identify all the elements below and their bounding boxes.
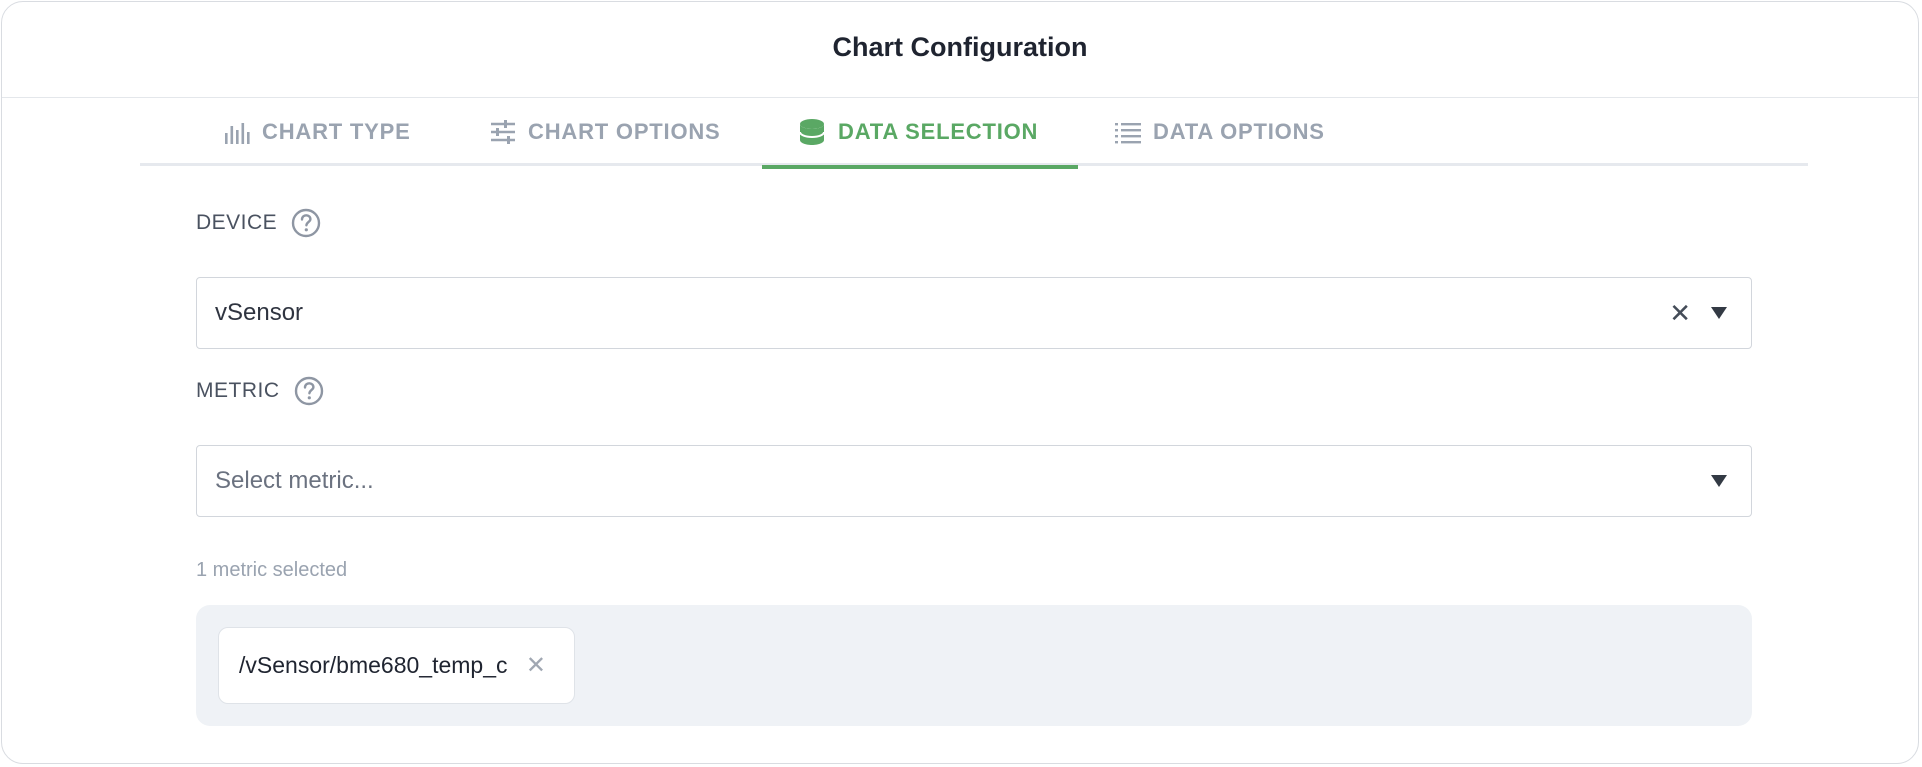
dialog-header: Chart Configuration (2, 2, 1918, 98)
tab-chart-options[interactable]: CHART OPTIONS (490, 98, 721, 166)
tab-chart-type[interactable]: CHART TYPE (224, 98, 411, 166)
tab-bar: CHART TYPE CHART OPTIONS DATA SELECTION … (140, 98, 1808, 169)
help-icon[interactable] (294, 376, 324, 406)
tab-label: DATA OPTIONS (1153, 119, 1325, 144)
metric-chip-label: /vSensor/bme680_temp_c (239, 652, 508, 678)
tab-data-selection[interactable]: DATA SELECTION (762, 98, 1078, 169)
database-icon (798, 118, 826, 146)
device-label: DEVICE (196, 208, 321, 238)
tab-data-options[interactable]: DATA OPTIONS (1115, 98, 1325, 166)
tab-label: DATA SELECTION (838, 119, 1039, 144)
help-icon[interactable] (291, 208, 321, 238)
device-select-value: vSensor (215, 299, 304, 326)
device-label-text: DEVICE (196, 211, 278, 234)
clear-icon[interactable]: ✕ (1669, 298, 1691, 329)
chart-configuration-dialog: Chart Configuration CHART TYPE CHART OPT… (1, 1, 1919, 764)
list-icon (1115, 120, 1141, 144)
remove-icon[interactable]: ✕ (526, 651, 546, 680)
metric-select[interactable]: Select metric... (196, 445, 1752, 517)
tab-label: CHART OPTIONS (528, 119, 721, 144)
dialog-title: Chart Configuration (832, 31, 1088, 62)
metric-label-text: METRIC (196, 379, 280, 402)
metric-label: METRIC (196, 376, 324, 406)
sliders-icon (490, 120, 516, 144)
bar-chart-icon (224, 120, 250, 144)
metric-chip: /vSensor/bme680_temp_c ✕ (218, 627, 575, 704)
dropdown-arrow-icon[interactable] (1711, 307, 1727, 319)
selected-count-text: 1 metric selected (196, 559, 348, 581)
metric-select-placeholder: Select metric... (215, 467, 374, 494)
device-select[interactable]: vSensor ✕ (196, 277, 1752, 349)
tab-label: CHART TYPE (262, 119, 411, 144)
dropdown-arrow-icon[interactable] (1711, 475, 1727, 487)
selected-metrics-area: /vSensor/bme680_temp_c ✕ (196, 605, 1752, 726)
